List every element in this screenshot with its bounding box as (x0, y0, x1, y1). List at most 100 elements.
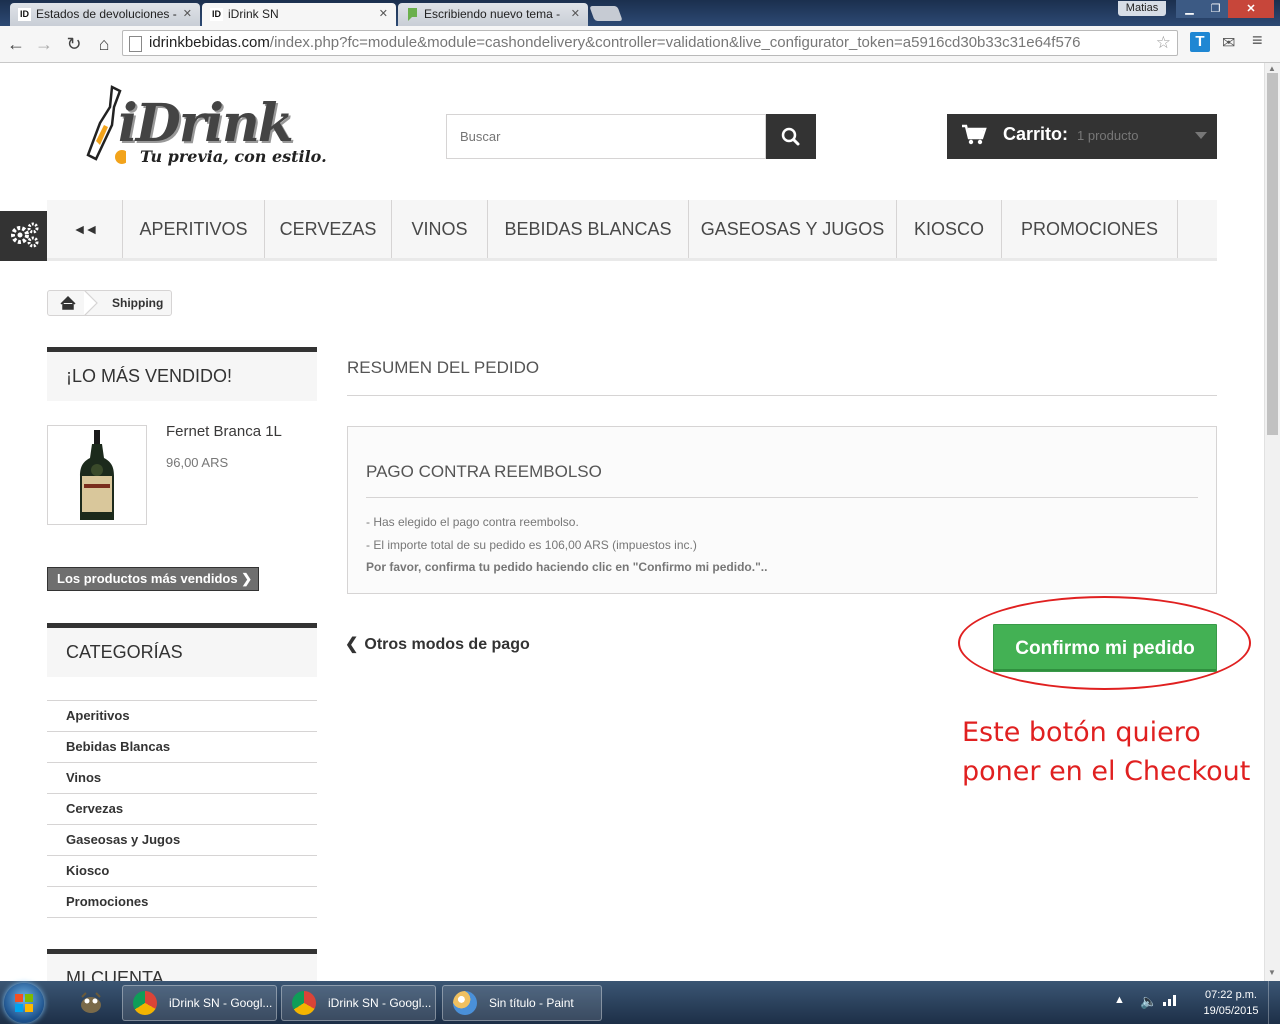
categories-list: Aperitivos Bebidas Blancas Vinos Cerveza… (47, 700, 317, 918)
breadcrumb-home-link[interactable] (48, 291, 88, 315)
divider (366, 497, 1198, 498)
all-best-sellers-button[interactable]: Los productos más vendidos ❯ (47, 567, 259, 591)
menu-item-aperitivos[interactable]: APERITIVOS (123, 200, 265, 258)
close-tab-icon[interactable]: ✕ (571, 3, 580, 25)
back-arrow-icon[interactable]: ← (4, 32, 28, 56)
breadcrumb-current: Shipping (112, 296, 164, 310)
categories-title[interactable]: CATEGORÍAS (47, 623, 317, 677)
chevron-right-icon: ❯ (241, 571, 253, 586)
forum-favicon-icon (408, 8, 417, 21)
clock-date[interactable]: 19/05/2015 (1196, 1005, 1266, 1017)
cart-button[interactable]: Carrito: 1 producto (947, 114, 1217, 159)
menu-back-button[interactable]: ◄◄ (47, 200, 123, 258)
logo-wordmark: iDrink (118, 93, 294, 154)
home-icon (60, 295, 76, 310)
breadcrumb: Shipping (47, 290, 172, 316)
main-menu: ◄◄ APERITIVOS CERVEZAS VINOS BEBIDAS BLA… (47, 200, 1217, 261)
all-best-sellers-label: Los productos más vendidos (57, 571, 238, 586)
payment-info-line: - Has elegido el pago contra reembolso. (366, 515, 579, 529)
idrink-favicon-icon: ID (210, 8, 223, 21)
clock-time[interactable]: 07:22 p.m. (1196, 989, 1266, 1001)
start-button[interactable] (4, 983, 44, 1023)
paint-icon (453, 991, 477, 1015)
window-user-badge[interactable]: Matias (1118, 1, 1166, 16)
menu-item-promociones[interactable]: PROMOCIONES (1002, 200, 1178, 258)
page-scrollbar[interactable]: ▲ ▼ (1264, 63, 1280, 981)
browser-toolbar: ← → ↻ ⌂ idrinkbebidas.com/index.php?fc=m… (0, 26, 1280, 63)
cart-label: Carrito: (1003, 124, 1069, 144)
tab-estados-devoluciones[interactable]: ID Estados de devoluciones - ✕ (10, 3, 200, 26)
breadcrumb-separator-icon (84, 290, 98, 316)
taskbar-item-paint[interactable]: Sin título - Paint (442, 985, 602, 1021)
home-icon[interactable]: ⌂ (92, 32, 116, 56)
category-kiosco[interactable]: Kiosco (47, 856, 317, 887)
reload-icon[interactable]: ↻ (62, 32, 86, 56)
cart-count: 1 producto (1077, 128, 1139, 143)
show-hidden-icons-icon[interactable]: ▲ (1114, 994, 1125, 1006)
system-tray: ▲ 🔈 07:22 p.m. 19/05/2015 (1110, 981, 1280, 1024)
forward-arrow-icon[interactable]: → (32, 32, 56, 56)
tab-idrink-sn[interactable]: ID iDrink SN ✕ (202, 3, 396, 26)
chevron-down-icon[interactable] (1195, 132, 1207, 139)
scrollbar-thumb[interactable] (1267, 73, 1278, 435)
minimize-icon[interactable]: ▁ (1176, 0, 1203, 18)
close-tab-icon[interactable]: ✕ (379, 3, 388, 25)
category-promociones[interactable]: Promociones (47, 887, 317, 918)
fernet-bottle-image (80, 430, 114, 520)
browser-menu-icon[interactable]: ≡ (1252, 30, 1263, 51)
chrome-icon (292, 991, 316, 1015)
category-cervezas[interactable]: Cervezas (47, 794, 317, 825)
show-desktop-button[interactable] (1268, 981, 1280, 1024)
browser-tab-strip: ID Estados de devoluciones - ✕ ID iDrink… (0, 0, 1280, 26)
bookmark-star-icon[interactable]: ☆ (1156, 33, 1171, 53)
gimp-icon[interactable] (76, 987, 106, 1017)
menu-item-gaseosas-jugos[interactable]: GASEOSAS Y JUGOS (689, 200, 897, 258)
scroll-down-icon[interactable]: ▼ (1268, 968, 1276, 977)
best-sellers-title[interactable]: ¡LO MÁS VENDIDO! (47, 347, 317, 401)
menu-item-kiosco[interactable]: KIOSCO (897, 200, 1002, 258)
search-input[interactable] (446, 114, 766, 159)
theme-configurator-button[interactable] (0, 211, 50, 261)
search-icon (781, 127, 800, 146)
idrink-favicon-icon: ID (18, 8, 31, 21)
other-payment-link[interactable]: ❮ Otros modos de pago (345, 634, 530, 654)
network-icon[interactable] (1162, 993, 1178, 1007)
my-account-title[interactable]: MI CUENTA (47, 949, 317, 981)
tab-label: Escribiendo nuevo tema - (424, 7, 561, 21)
category-vinos[interactable]: Vinos (47, 763, 317, 794)
taskbar-item-label: iDrink SN - Googl... (328, 996, 432, 1010)
menu-item-vinos[interactable]: VINOS (392, 200, 488, 258)
taskbar-item-chrome-2[interactable]: iDrink SN - Googl... (281, 985, 436, 1021)
taskbar-item-chrome-1[interactable]: iDrink SN - Googl... (122, 985, 277, 1021)
mail-icon[interactable]: ✉ (1222, 33, 1235, 53)
tab-escribiendo-tema[interactable]: Escribiendo nuevo tema - ✕ (398, 3, 588, 26)
logo-tagline: Tu previa, con estilo. (140, 147, 327, 166)
close-window-icon[interactable]: ✕ (1228, 0, 1274, 18)
maximize-icon[interactable]: ❐ (1203, 0, 1228, 18)
category-aperitivos[interactable]: Aperitivos (47, 700, 317, 732)
site-logo[interactable]: iDrink Tu previa, con estilo. (80, 83, 332, 177)
close-tab-icon[interactable]: ✕ (183, 3, 192, 25)
search-bar (446, 114, 816, 159)
new-tab-button[interactable] (589, 6, 623, 21)
shopping-cart-icon (962, 124, 987, 145)
gears-icon (11, 222, 39, 248)
confirm-instruction-line: Por favor, confirma tu pedido haciendo c… (366, 560, 768, 574)
menu-item-bebidas-blancas[interactable]: BEBIDAS BLANCAS (488, 200, 689, 258)
chevron-left-icon: ❮ (345, 636, 359, 653)
divider (347, 395, 1217, 396)
category-gaseosas-jugos[interactable]: Gaseosas y Jugos (47, 825, 317, 856)
product-name-link[interactable]: Fernet Branca 1L (166, 423, 282, 440)
category-bebidas-blancas[interactable]: Bebidas Blancas (47, 732, 317, 763)
confirm-order-button[interactable]: Confirmo mi pedido (993, 624, 1217, 672)
extension-t-icon[interactable]: T (1190, 32, 1210, 52)
taskbar-item-label: iDrink SN - Googl... (169, 996, 273, 1010)
scroll-up-icon[interactable]: ▲ (1268, 64, 1276, 73)
annotation-text: Este botón quiero poner en el Checkout (962, 717, 1251, 787)
search-button[interactable] (766, 114, 816, 159)
volume-muted-icon[interactable]: 🔈 (1140, 993, 1157, 1010)
product-thumbnail[interactable] (47, 425, 147, 525)
menu-item-cervezas[interactable]: CERVEZAS (265, 200, 392, 258)
address-bar[interactable]: idrinkbebidas.com/index.php?fc=module&mo… (122, 30, 1178, 56)
windows-logo-icon (15, 994, 33, 1012)
